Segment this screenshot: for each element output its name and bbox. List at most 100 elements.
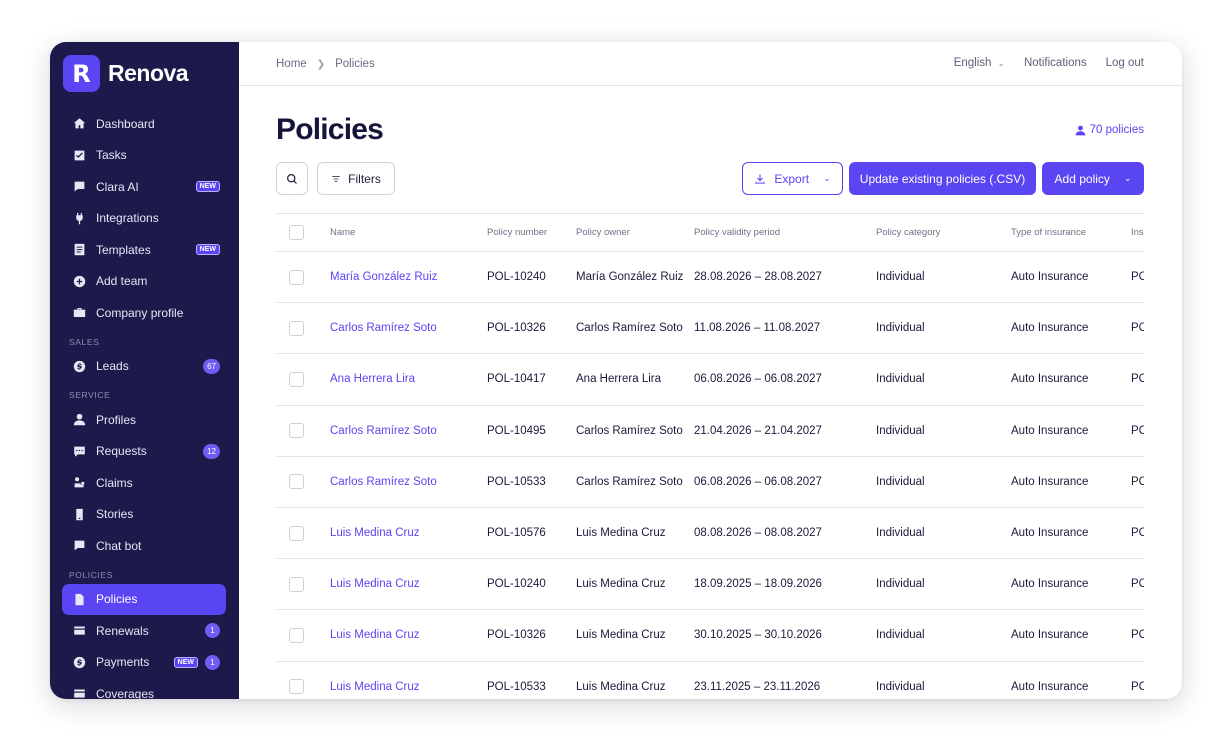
sidebar-item-policies[interactable]: Policies (62, 583, 226, 615)
add-policy-label: Add policy (1054, 171, 1110, 186)
row-select-cell (276, 576, 330, 592)
insurer-cell: PC (1131, 424, 1144, 437)
insurance-type: Auto Insurance (1011, 424, 1089, 437)
insurer-cell: PC (1131, 578, 1144, 591)
policy-name-link[interactable]: Ana Herrera Lira (330, 373, 487, 385)
column-header-policy-owner[interactable]: Policy owner (576, 227, 694, 238)
policy-category: Individual (876, 680, 925, 693)
table-row[interactable]: Carlos Ramírez Soto POL-10326 Carlos Ramír… (276, 303, 1144, 355)
update-csv-button[interactable]: Update existing policies (.CSV) (849, 162, 1036, 195)
policy-validity: 06.08.2026 – 06.08.2027 (694, 475, 822, 488)
policies-count-link[interactable]: 70 policies (1075, 124, 1144, 136)
sidebar-item-company-profile[interactable]: Company profile (62, 297, 226, 329)
policy-name-link[interactable]: Carlos Ramírez Soto (330, 476, 487, 488)
row-select-cell (276, 423, 330, 439)
table-row[interactable]: María González Ruiz POL-10240 María Gonzál… (276, 252, 1144, 304)
sidebar-item-stories[interactable]: Stories (62, 499, 226, 531)
notifications-link[interactable]: Notifications (1024, 57, 1087, 69)
column-header-category[interactable]: Policy category (876, 227, 1011, 238)
insurance-type: Auto Insurance (1011, 271, 1089, 284)
sidebar-item-label: Claims (96, 475, 133, 490)
logout-link[interactable]: Log out (1106, 57, 1144, 69)
sidebar-item-label: Company profile (96, 305, 184, 320)
topbar: Home ❯ Policies English ⌄ Notifications … (239, 42, 1182, 86)
policy-owner: Ana Herrera Lira (576, 373, 662, 386)
search-button[interactable] (276, 162, 308, 195)
row-checkbox[interactable] (289, 627, 304, 643)
table-row[interactable]: Luis Medina Cruz POL-10576 Luis Medina Cru… (276, 508, 1144, 560)
table-row[interactable]: Luis Medina Cruz POL-10533 Luis Medina Cru… (276, 662, 1144, 700)
sidebar-item-dashboard[interactable]: Dashboard (62, 108, 226, 140)
policy-category: Individual (876, 373, 925, 386)
sidebar-item-payments[interactable]: Payments NEW 1 (62, 647, 226, 679)
row-checkbox[interactable] (289, 474, 304, 490)
policy-number: POL-10326 (487, 322, 546, 335)
column-header-name[interactable]: Name (330, 227, 487, 238)
policy-name-link[interactable]: Luis Medina Cruz (330, 578, 487, 590)
sidebar-item-requests[interactable]: Requests 12 (62, 436, 226, 468)
column-header-validity[interactable]: Policy validity period (694, 227, 876, 238)
policy-number: POL-10240 (487, 271, 546, 284)
sidebar-nav: Dashboard Tasks Clara AI NEW Integrations Tem… (62, 108, 226, 699)
export-button[interactable]: Export ⌄ (742, 162, 843, 195)
sidebar-item-label: Coverages (96, 686, 155, 699)
logo[interactable]: R Renova (63, 55, 189, 92)
sidebar-item-clara-ai[interactable]: Clara AI NEW (62, 171, 226, 203)
top-actions: English ⌄ Notifications Log out (935, 57, 1144, 69)
table-row[interactable]: Luis Medina Cruz POL-10326 Luis Medina Cru… (276, 610, 1144, 662)
policy-owner: Luis Medina Cruz (576, 578, 666, 591)
sidebar-item-label: Chat bot (96, 538, 142, 553)
policy-number: POL-10576 (487, 527, 546, 540)
row-checkbox[interactable] (289, 320, 304, 336)
update-csv-label: Update existing policies (.CSV) (859, 171, 1026, 186)
filters-button[interactable]: Filters (317, 162, 395, 195)
language-label: English (953, 57, 992, 69)
table-row[interactable]: Luis Medina Cruz POL-10240 Luis Medina Cru… (276, 559, 1144, 611)
sidebar-item-integrations[interactable]: Integrations (62, 203, 226, 235)
sidebar-item-tasks[interactable]: Tasks (62, 140, 226, 172)
policy-owner: Carlos Ramírez Soto (576, 424, 683, 437)
policy-name-link[interactable]: Luis Medina Cruz (330, 681, 487, 693)
select-all-checkbox[interactable] (289, 225, 304, 240)
sidebar-item-profiles[interactable]: Profiles (62, 404, 226, 436)
policy-name-link[interactable]: Luis Medina Cruz (330, 629, 487, 641)
column-header-type[interactable]: Type of insurance (1011, 227, 1131, 238)
policy-number: POL-10533 (487, 475, 546, 488)
sidebar-item-chat-bot[interactable]: Chat bot (62, 530, 226, 562)
row-checkbox[interactable] (289, 525, 304, 541)
column-header-ins[interactable]: Ins (1131, 227, 1144, 238)
row-checkbox[interactable] (289, 269, 304, 285)
sidebar-item-templates[interactable]: Templates NEW (62, 234, 226, 266)
file-icon (72, 592, 86, 606)
table-row[interactable]: Ana Herrera Lira POL-10417 Ana Herrera Lir… (276, 354, 1144, 406)
policy-name-link[interactable]: María González Ruiz (330, 271, 487, 283)
sidebar-item-claims[interactable]: Claims (62, 467, 226, 499)
row-checkbox[interactable] (289, 371, 304, 387)
breadcrumb-home[interactable]: Home (276, 58, 307, 70)
insurer-cell: PC (1131, 322, 1144, 335)
chevron-down-icon: ⌄ (997, 57, 1005, 68)
row-select-cell (276, 627, 330, 643)
user-icon (1075, 125, 1085, 135)
policy-number: POL-10417 (487, 373, 546, 386)
policy-name-link[interactable]: Carlos Ramírez Soto (330, 425, 487, 437)
policy-name-link[interactable]: Luis Medina Cruz (330, 527, 487, 539)
add-policy-button[interactable]: Add policy ⌄ (1042, 162, 1144, 195)
brand-name: Renova (108, 60, 189, 86)
row-checkbox[interactable] (289, 576, 304, 592)
sidebar-section-policies: POLICIES (69, 569, 114, 580)
sidebar-item-coverages[interactable]: Coverages (62, 678, 226, 699)
table-row[interactable]: Carlos Ramírez Soto POL-10495 Carlos Ramír… (276, 406, 1144, 457)
policy-category: Individual (876, 271, 925, 284)
row-checkbox[interactable] (289, 423, 304, 439)
sidebar-item-renewals[interactable]: Renewals 1 (62, 615, 226, 647)
table-row[interactable]: Carlos Ramírez Soto POL-10533 Carlos Ramír… (276, 457, 1144, 508)
language-select[interactable]: English ⌄ (954, 57, 1005, 69)
column-header-policy-number[interactable]: Policy number (487, 227, 576, 238)
row-checkbox[interactable] (289, 679, 304, 695)
policy-number: POL-10240 (487, 578, 546, 591)
sidebar-item-add-team[interactable]: Add team (62, 266, 226, 298)
policy-name-link[interactable]: Carlos Ramírez Soto (330, 322, 487, 334)
sidebar-item-leads[interactable]: Leads 67 (62, 351, 226, 383)
count-badge: 1 (205, 654, 220, 670)
